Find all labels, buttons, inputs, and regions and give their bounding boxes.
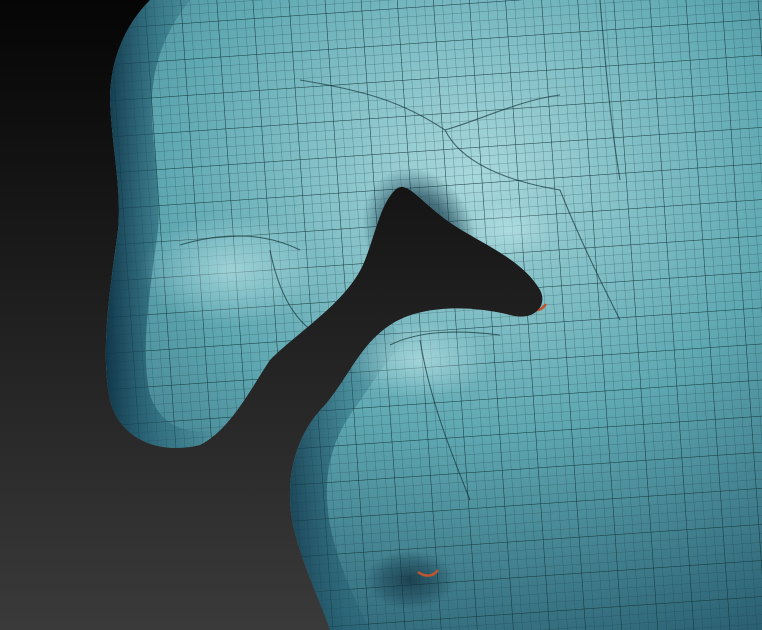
sculpt-canvas[interactable]	[0, 0, 762, 630]
upper-lobe-highlight	[140, 215, 320, 325]
3d-viewport[interactable]	[0, 0, 762, 630]
lower-cavity-shadow	[365, 550, 455, 610]
